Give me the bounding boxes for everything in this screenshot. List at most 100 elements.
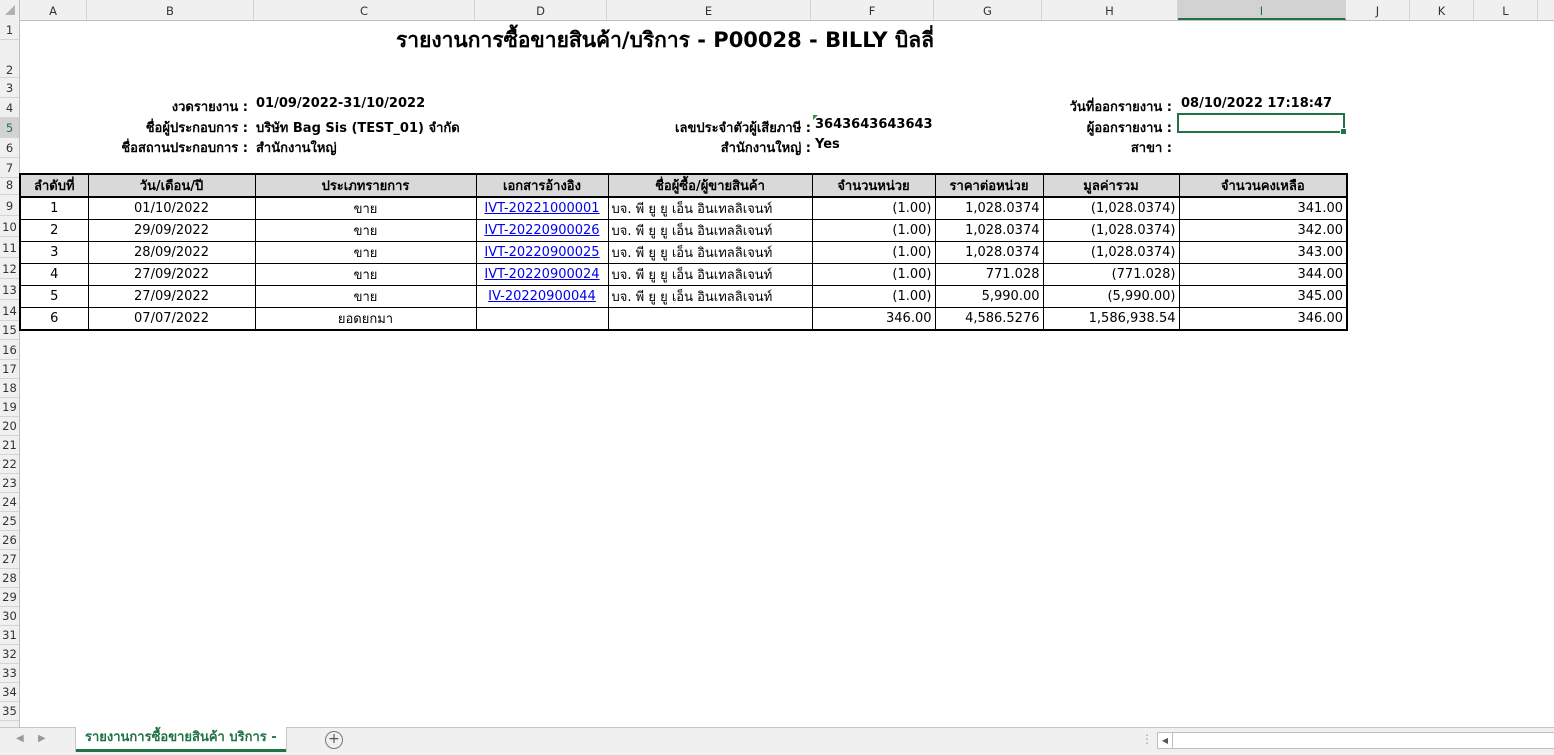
cell-total[interactable]: (1,028.0374) <box>1042 196 1180 220</box>
row-header[interactable]: 3 <box>0 78 19 98</box>
row-header[interactable]: 31 <box>0 625 19 645</box>
header-balance[interactable]: จำนวนคงเหลือ <box>1178 173 1348 198</box>
cell-qty[interactable]: (1.00) <box>811 196 936 220</box>
cell-no[interactable]: 4 <box>19 263 89 286</box>
cell-party[interactable] <box>607 307 813 331</box>
cell-date[interactable]: 29/09/2022 <box>87 219 256 242</box>
select-all-corner[interactable] <box>0 0 20 20</box>
cell-price[interactable]: 4,586.5276 <box>934 307 1044 331</box>
col-header-g[interactable]: G <box>934 0 1042 20</box>
cell-no[interactable]: 6 <box>19 307 89 331</box>
row-header[interactable]: 15 <box>0 320 19 340</box>
cell-type[interactable]: ขาย <box>254 219 477 242</box>
cell-price[interactable]: 1,028.0374 <box>934 219 1044 242</box>
row-header[interactable]: 30 <box>0 606 19 626</box>
cell-balance[interactable]: 344.00 <box>1178 263 1348 286</box>
cell-date[interactable]: 28/09/2022 <box>87 241 256 264</box>
row-header[interactable]: 27 <box>0 549 19 569</box>
row-header[interactable]: 8 <box>0 175 19 195</box>
row-header[interactable]: 5 <box>0 118 19 138</box>
col-header-j[interactable]: J <box>1346 0 1410 20</box>
cell-balance[interactable]: 342.00 <box>1178 219 1348 242</box>
row-header[interactable]: 32 <box>0 644 19 664</box>
ref-link[interactable]: IVT-20220900025 <box>484 245 599 260</box>
cell-balance[interactable]: 346.00 <box>1178 307 1348 331</box>
cell-qty[interactable]: (1.00) <box>811 263 936 286</box>
cell-balance[interactable]: 345.00 <box>1178 285 1348 308</box>
ref-link[interactable]: IVT-20220900026 <box>484 223 599 238</box>
cell-date[interactable]: 01/10/2022 <box>87 196 256 220</box>
col-header-a[interactable]: A <box>20 0 87 20</box>
row-header[interactable]: 34 <box>0 682 19 702</box>
col-header-i[interactable]: I <box>1178 0 1346 20</box>
row-header[interactable]: 26 <box>0 530 19 550</box>
cell-party[interactable]: บจ. พี ยู ยู เอ็น อินเทลลิเจนท์ <box>607 285 813 308</box>
row-header[interactable]: 17 <box>0 359 19 379</box>
cell-total[interactable]: (5,990.00) <box>1042 285 1180 308</box>
row-header[interactable]: 28 <box>0 568 19 588</box>
cell-total[interactable]: (1,028.0374) <box>1042 241 1180 264</box>
cell-qty[interactable]: (1.00) <box>811 241 936 264</box>
add-sheet-icon[interactable]: + <box>325 731 343 749</box>
row-header[interactable]: 10 <box>0 217 19 237</box>
row-header[interactable]: 35 <box>0 701 19 721</box>
cell-qty[interactable]: (1.00) <box>811 285 936 308</box>
cell-no[interactable]: 5 <box>19 285 89 308</box>
cell-ref[interactable] <box>475 307 609 331</box>
col-header-d[interactable]: D <box>475 0 607 20</box>
row-header[interactable]: 25 <box>0 511 19 531</box>
header-qty[interactable]: จำนวนหน่วย <box>811 173 936 198</box>
cell-no[interactable]: 1 <box>19 196 89 220</box>
cell-type[interactable]: ขาย <box>254 263 477 286</box>
row-header[interactable]: 13 <box>0 280 19 300</box>
header-total[interactable]: มูลค่ารวม <box>1042 173 1180 198</box>
cell-qty[interactable]: (1.00) <box>811 219 936 242</box>
cell-total[interactable]: (771.028) <box>1042 263 1180 286</box>
cell-total[interactable]: (1,028.0374) <box>1042 219 1180 242</box>
col-header-h[interactable]: H <box>1042 0 1178 20</box>
col-header-c[interactable]: C <box>254 0 475 20</box>
ref-link[interactable]: IVT-20221000001 <box>484 201 599 216</box>
ref-link[interactable]: IV-20220900044 <box>488 289 596 304</box>
sheet-tab-active[interactable]: รายงานการซื้อขายสินค้า บริการ - <box>76 727 286 752</box>
cell-party[interactable]: บจ. พี ยู ยู เอ็น อินเทลลิเจนท์ <box>607 219 813 242</box>
header-date[interactable]: วัน/เดือน/ปี <box>87 173 256 198</box>
row-header[interactable]: 33 <box>0 663 19 683</box>
col-header-f[interactable]: F <box>811 0 934 20</box>
header-ref[interactable]: เอกสารอ้างอิง <box>475 173 609 198</box>
row-header[interactable]: 9 <box>0 196 19 216</box>
cell-price[interactable]: 771.028 <box>934 263 1044 286</box>
cell-party[interactable]: บจ. พี ยู ยู เอ็น อินเทลลิเจนท์ <box>607 196 813 220</box>
row-header[interactable]: 6 <box>0 138 19 158</box>
row-header[interactable]: 11 <box>0 238 19 258</box>
col-header-l[interactable]: L <box>1474 0 1538 20</box>
row-header[interactable]: 23 <box>0 473 19 493</box>
cell-no[interactable]: 2 <box>19 219 89 242</box>
active-cell-i5[interactable] <box>1177 113 1347 135</box>
cell-balance[interactable]: 341.00 <box>1178 196 1348 220</box>
header-type[interactable]: ประเภทรายการ <box>254 173 477 198</box>
row-header[interactable]: 4 <box>0 98 19 118</box>
cell-qty[interactable]: 346.00 <box>811 307 936 331</box>
cell-date[interactable]: 27/09/2022 <box>87 263 256 286</box>
row-header[interactable]: 29 <box>0 587 19 607</box>
row-header[interactable]: 12 <box>0 259 19 279</box>
cell-total[interactable]: 1,586,938.54 <box>1042 307 1180 331</box>
col-header-k[interactable]: K <box>1410 0 1474 20</box>
cell-price[interactable]: 1,028.0374 <box>934 241 1044 264</box>
horizontal-scrollbar[interactable]: ◀ <box>1157 732 1554 749</box>
cell-type[interactable]: ขาย <box>254 196 477 220</box>
header-price[interactable]: ราคาต่อหน่วย <box>934 173 1044 198</box>
row-header[interactable]: 18 <box>0 378 19 398</box>
cell-no[interactable]: 3 <box>19 241 89 264</box>
cell-type[interactable]: ขาย <box>254 241 477 264</box>
row-header[interactable]: 14 <box>0 301 19 321</box>
row-header[interactable]: 16 <box>0 340 19 360</box>
cell-party[interactable]: บจ. พี ยู ยู เอ็น อินเทลลิเจนท์ <box>607 241 813 264</box>
col-header-b[interactable]: B <box>87 0 254 20</box>
header-party[interactable]: ชื่อผู้ซื้อ/ผู้ขายสินค้า <box>607 173 813 198</box>
row-header[interactable]: 19 <box>0 397 19 417</box>
ref-link[interactable]: IVT-20220900024 <box>484 267 599 282</box>
scroll-left-icon[interactable]: ◀ <box>1158 733 1173 748</box>
row-header[interactable]: 20 <box>0 416 19 436</box>
